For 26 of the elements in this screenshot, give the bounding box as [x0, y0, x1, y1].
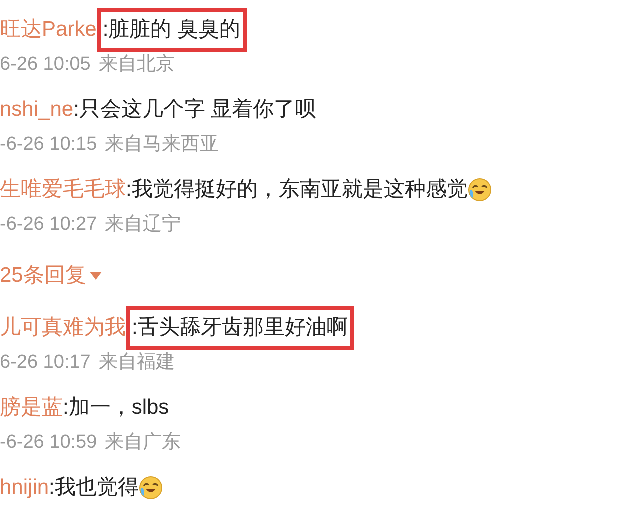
username-link[interactable]: 生唯爱毛毛球 — [0, 174, 126, 206]
comment-text: :我也觉得 — [49, 475, 139, 502]
comment-text: :只会这几个字 显着你了呗 — [74, 97, 316, 124]
username-link[interactable]: 儿可真难为我 — [0, 312, 126, 344]
comment-time: 6-26 10:17 — [0, 350, 91, 375]
comment-location: 来自广东 — [105, 430, 182, 455]
comment-time: -6-26 10:27 — [0, 212, 98, 237]
username-link[interactable]: nshi_ne — [0, 94, 74, 126]
caret-down-icon — [90, 272, 102, 280]
comment-location: 来自福建 — [98, 350, 175, 375]
username-link[interactable]: 旺达Parke — [0, 14, 97, 46]
comment-location: 来自辽宁 — [105, 212, 182, 237]
comment-text: :舌头舔牙齿那里好油啊 — [132, 315, 348, 342]
comment-time: -6-26 10:15 — [0, 132, 98, 157]
comment-text: :加一，slbs — [63, 395, 170, 422]
comment-text: :脏脏的 臭臭的 — [102, 17, 241, 44]
comment-text: :我觉得挺好的，东南亚就是这种感觉 — [126, 177, 468, 204]
replies-toggle[interactable]: 25条回复 — [0, 260, 102, 292]
comment-location: 来自北京 — [98, 52, 175, 77]
comment-location: 来自马来西亚 — [105, 132, 220, 157]
comment-time: 6-26 10:05 — [0, 52, 91, 77]
comment-time: -6-26 10:59 — [0, 430, 98, 455]
username-link[interactable]: hnijin — [0, 472, 50, 504]
laughing-crying-emoji-icon — [468, 178, 492, 202]
laughing-crying-emoji-icon — [138, 476, 163, 500]
username-link[interactable]: 膀是蓝 — [0, 392, 63, 424]
